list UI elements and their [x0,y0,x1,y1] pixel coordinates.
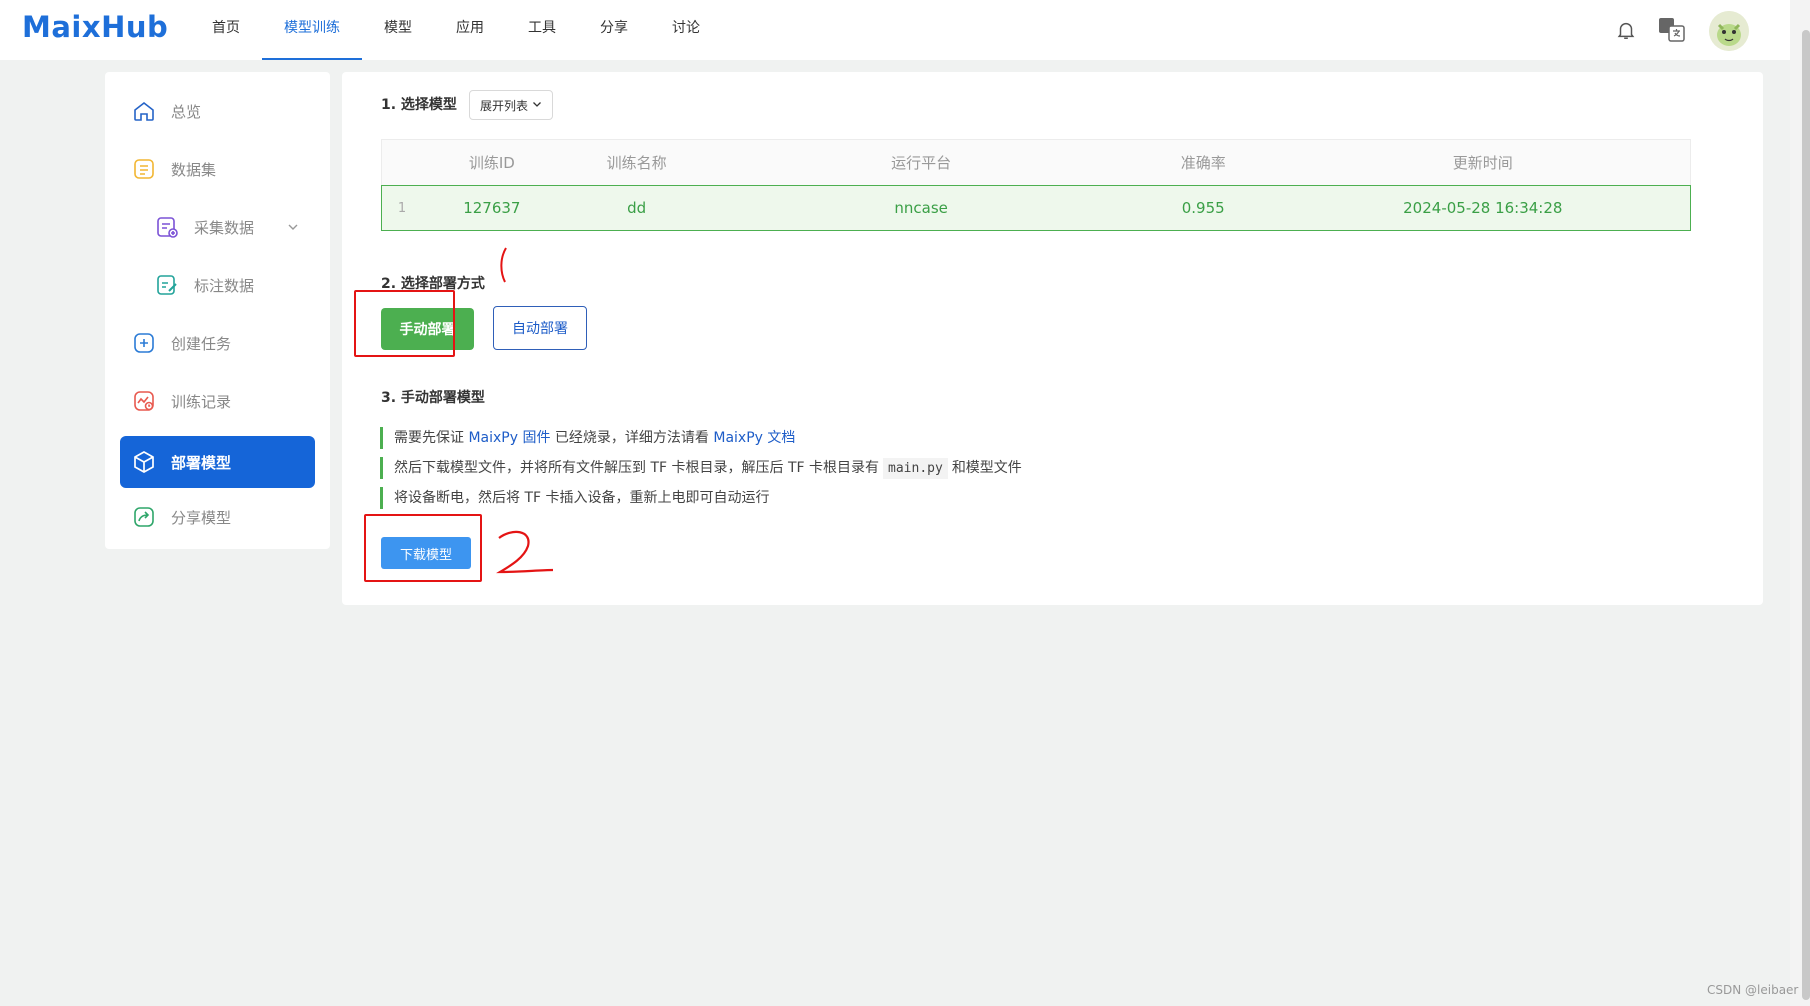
sidebar-item-label: 数据集 [171,160,217,179]
sidebar-item-share-model[interactable]: 分享模型 [120,491,315,543]
cell-platform: nncase [894,199,948,217]
step3-title: 3. 手动部署模型 [381,390,485,406]
col-platform: 运行平台 [891,154,952,172]
sidebar-item-training-records[interactable]: 训练记录 [120,375,315,427]
auto-deploy-button[interactable]: 自动部署 [493,306,587,350]
instruction-line-3: 将设备断电，然后将 TF 卡插入设备，重新上电即可自动运行 [380,487,770,509]
sidebar-item-label: 标注数据 [194,276,255,295]
collect-icon [154,214,180,240]
annotation-box-2 [364,514,482,582]
home-icon [131,98,157,124]
dataset-icon [131,156,157,182]
cell-updated-time: 2024-05-28 16:34:28 [1403,199,1563,217]
nav-apps[interactable]: 应用 [434,0,506,60]
record-icon [131,388,157,414]
chevron-down-icon[interactable] [287,219,299,237]
col-updated-time: 更新时间 [1452,154,1513,172]
sidebar-item-label: 部署模型 [171,453,232,472]
plus-icon [131,330,157,356]
cell-training-id: 127637 [463,199,521,217]
cube-icon [131,449,157,475]
col-training-name: 训练名称 [606,154,667,172]
sidebar-item-create-task[interactable]: 创建任务 [120,317,315,369]
table-header: 训练ID 训练名称 运行平台 准确率 更新时间 [381,139,1691,185]
language-switch-icon[interactable] [1658,16,1686,44]
annotate-icon [154,272,180,298]
user-avatar[interactable] [1709,11,1749,51]
maixpy-firmware-link[interactable]: MaixPy 固件 [468,430,550,446]
cell-training-name: dd [627,199,647,217]
nav-home[interactable]: 首页 [190,0,262,60]
step1-title: 1. 选择模型 [381,97,457,113]
sidebar-item-deploy-model[interactable]: 部署模型 [120,436,315,488]
expand-list-dropdown[interactable]: 展开列表 [469,90,554,120]
cell-accuracy: 0.955 [1181,199,1225,217]
model-table: 训练ID 训练名称 运行平台 准确率 更新时间 1 127637 dd nnca… [381,139,1691,231]
nav-share[interactable]: 分享 [578,0,650,60]
expand-list-label: 展开列表 [480,98,529,113]
bell-icon[interactable] [1612,16,1640,44]
logo[interactable]: MaixHub [22,10,168,44]
nav-models[interactable]: 模型 [362,0,434,60]
maixpy-docs-link[interactable]: MaixPy 文档 [713,430,795,446]
table-row[interactable]: 1 127637 dd nncase 0.955 2024-05-28 16:3… [381,185,1691,231]
main-nav: 首页 模型训练 模型 应用 工具 分享 讨论 [190,0,722,60]
top-navbar: MaixHub 首页 模型训练 模型 应用 工具 分享 讨论 [0,0,1790,60]
sidebar-item-overview[interactable]: 总览 [120,85,315,137]
deploy-panel: 1. 选择模型 展开列表 训练ID 训练名称 运行平台 准确率 更新时间 1 1… [342,72,1763,605]
watermark: CSDN @leibaer [1707,983,1799,997]
sidebar-item-dataset[interactable]: 数据集 [120,143,315,195]
annotation-box-1 [354,290,455,357]
nav-discuss[interactable]: 讨论 [650,0,722,60]
row-index: 1 [397,200,407,216]
sidebar-item-annotate-data[interactable]: 标注数据 [120,259,315,311]
sidebar-item-collect-data[interactable]: 采集数据 [120,201,315,253]
share-icon [131,504,157,530]
sidebar-item-label: 分享模型 [171,508,232,527]
col-training-id: 训练ID [468,154,515,172]
nav-model-training[interactable]: 模型训练 [262,0,362,60]
scrollbar-thumb[interactable] [1802,30,1810,1000]
main-py-code: main.py [883,458,948,479]
nav-tools[interactable]: 工具 [506,0,578,60]
sidebar-item-label: 总览 [171,102,202,121]
instruction-line-1: 需要先保证 MaixPy 固件 已经烧录，详细方法请看 MaixPy 文档 [380,427,795,449]
sidebar-item-label: 训练记录 [171,392,232,411]
sidebar: 总览 数据集 采集数据 标注数据 创建任务 训练记录 部署模型 分享模型 [105,72,330,549]
sidebar-item-label: 采集数据 [194,218,255,237]
instruction-line-2: 然后下载模型文件，并将所有文件解压到 TF 卡根目录，解压后 TF 卡根目录有 m… [380,457,1022,479]
chevron-down-icon [532,98,542,112]
col-accuracy: 准确率 [1180,154,1226,172]
sidebar-item-label: 创建任务 [171,334,232,353]
